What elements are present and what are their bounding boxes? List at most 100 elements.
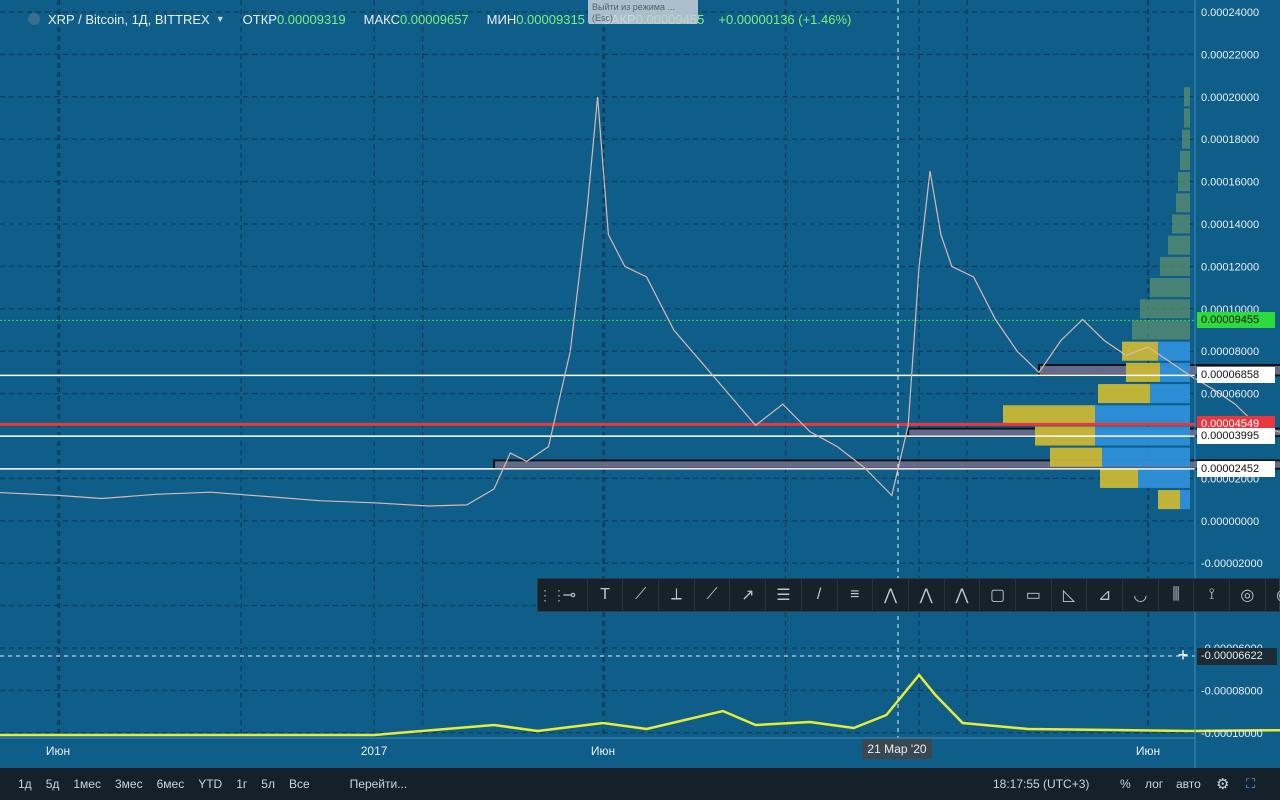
elliott-wave-icon[interactable]: ⋀ <box>945 579 981 611</box>
line-icon[interactable]: / <box>802 579 838 611</box>
time-tick-label: Июн <box>1136 744 1160 758</box>
price-tick-label: 0.00008000 <box>1201 346 1259 358</box>
price-level-badge: 0.00002452 <box>1197 460 1275 477</box>
volume-profile-up <box>1150 384 1190 404</box>
callout-icon[interactable]: ▭ <box>1016 579 1052 611</box>
triangle-icon[interactable]: ◺ <box>1052 579 1088 611</box>
crosshair-date-label: 21 Мар '20 <box>862 739 932 759</box>
volume-profile-down <box>1182 129 1190 149</box>
volume-profile-down <box>1184 108 1190 128</box>
time-axis: Июн2017Июн2018Июн2019Июн2020 <box>46 744 1160 758</box>
period-button[interactable]: 3мес <box>115 777 143 791</box>
volume-profile-down <box>1184 87 1190 107</box>
drawing-toolbar: ⋮⋮ ⊸T⟋⟂⟋↗☰/≡⋀⋀⋀▢▭◺⊿◡⫼⟟◎◉ <box>537 578 1280 612</box>
fib-tool-icon[interactable]: ⫼ <box>1159 579 1195 611</box>
volume-profile <box>1003 87 1190 510</box>
volume-profile-up <box>1095 405 1190 425</box>
crosshair-price-label: -0.00006622 <box>1197 648 1277 665</box>
volume-profile-down <box>1100 468 1138 488</box>
period-button[interactable]: 1г <box>236 777 247 791</box>
auto-scale-toggle[interactable]: авто <box>1176 768 1201 800</box>
pattern-icon[interactable]: ⋀ <box>873 579 909 611</box>
log-scale-toggle[interactable]: лог <box>1145 768 1163 800</box>
volume-profile-down <box>1098 384 1150 404</box>
price-level-badge: 0.00006858 <box>1197 367 1275 384</box>
time-tick-label: Июн <box>591 744 615 758</box>
parallel-channel-icon[interactable]: ☰ <box>766 579 802 611</box>
gann-fan-icon[interactable]: ⊿ <box>1087 579 1123 611</box>
exit-tip-line2: (Esc) <box>592 13 613 23</box>
price-tick-label: 0.00016000 <box>1201 177 1259 189</box>
chevron-down-icon[interactable]: ▼ <box>216 14 225 24</box>
cursor-icon[interactable]: ⊸ <box>552 579 588 611</box>
low-label: МИН <box>486 11 517 27</box>
rectangle-icon[interactable]: ▢ <box>980 579 1016 611</box>
volume-profile-down <box>1172 214 1190 234</box>
volume-profile-down <box>1168 235 1190 255</box>
fullscreen-icon[interactable]: ⛶ <box>1246 768 1255 800</box>
arrow-icon[interactable]: ↗ <box>730 579 767 611</box>
volume-profile-up <box>1102 447 1190 467</box>
time-tick-label: Июн <box>46 744 70 758</box>
volume-profile-down <box>1140 299 1190 319</box>
high-value: 0.00009657 <box>399 11 469 27</box>
period-button[interactable]: Все <box>289 777 310 791</box>
open-value: 0.00009319 <box>276 11 346 27</box>
price-tick-label: 0.00006000 <box>1201 389 1259 401</box>
volume-series-line <box>0 673 1280 737</box>
volume-profile-down <box>1132 320 1190 340</box>
price-tick-label: -0.00010000 <box>1201 728 1263 740</box>
trend-line-icon[interactable]: ⟋ <box>623 579 660 611</box>
price-tick-label: 0.00012000 <box>1201 261 1259 273</box>
period-button[interactable]: 6мес <box>157 777 185 791</box>
price-tick-label: 0.00020000 <box>1201 92 1259 104</box>
period-button[interactable]: YTD <box>198 777 222 791</box>
exit-fullscreen-tooltip[interactable]: Выйти из режима ... (Esc) <box>588 0 698 24</box>
period-button[interactable]: 1мес <box>73 777 101 791</box>
spiral-icon[interactable]: ◎ <box>1230 579 1266 611</box>
volume-profile-down <box>1178 172 1190 192</box>
exit-tip-line1: Выйти из режима ... <box>592 2 675 12</box>
volume-profile-down <box>1160 256 1190 276</box>
vertical-line-icon[interactable]: ⟂ <box>659 579 695 611</box>
goto-date-button[interactable]: Перейти... <box>350 777 408 791</box>
abcd-icon[interactable]: ⋀ <box>909 579 945 611</box>
price-tick-label: 0.00000000 <box>1201 516 1259 528</box>
crosshair-plus-icon[interactable]: + <box>1175 646 1191 664</box>
period-button[interactable]: 5л <box>261 777 275 791</box>
circle-icon[interactable]: ◉ <box>1266 579 1280 611</box>
low-value: 0.00009315 <box>516 11 585 27</box>
pitchfork-icon[interactable]: ⟟ <box>1194 579 1231 611</box>
arc-icon[interactable]: ◡ <box>1123 579 1159 611</box>
volume-profile-up <box>1138 468 1190 488</box>
open-label: ОТКР <box>242 11 277 27</box>
price-tick-label: -0.00008000 <box>1201 685 1263 697</box>
clock-timezone[interactable]: 18:17:55 (UTC+3) <box>993 768 1089 800</box>
chart-header: XRP / Bitcoin, 1Д, BITTREX ▼ ОТКР 0.0000… <box>0 8 865 30</box>
period-button[interactable]: 5д <box>46 777 60 791</box>
price-tick-label: 0.00018000 <box>1201 134 1259 146</box>
price-tick-label: 0.00014000 <box>1201 219 1259 231</box>
gear-icon[interactable]: ⚙ <box>1216 768 1229 800</box>
volume-profile-down <box>1150 278 1190 298</box>
time-tick-label: 2017 <box>361 744 388 758</box>
horizontal-lines <box>0 319 1195 470</box>
symbol-title[interactable]: XRP / Bitcoin, 1Д, BITTREX <box>48 12 210 27</box>
price-level-badge: 0.00003995 <box>1197 428 1275 445</box>
price-tick-label: 0.00024000 <box>1201 7 1259 19</box>
text-icon[interactable]: T <box>588 579 624 611</box>
price-chart[interactable]: 0.00024000 0.00022000 0.00020000 0.00018000… <box>0 0 1280 768</box>
drag-handle-icon[interactable]: ⋮⋮ <box>538 587 566 604</box>
volume-profile-down <box>1003 405 1095 425</box>
volume-profile-down <box>1180 150 1190 170</box>
period-button[interactable]: 1д <box>18 777 32 791</box>
volume-profile-down <box>1050 447 1102 467</box>
horizontal-channel-icon[interactable]: ≡ <box>838 579 874 611</box>
volume-profile-up <box>1158 341 1190 361</box>
volume-profile-up <box>1180 490 1190 510</box>
percent-scale-toggle[interactable]: % <box>1120 768 1131 800</box>
change-value: +0.00000136 (+1.46%) <box>718 11 852 27</box>
symbol-icon <box>28 13 40 25</box>
ray-icon[interactable]: ⟋ <box>695 579 731 611</box>
price-tick-label: 0.00022000 <box>1201 49 1259 61</box>
